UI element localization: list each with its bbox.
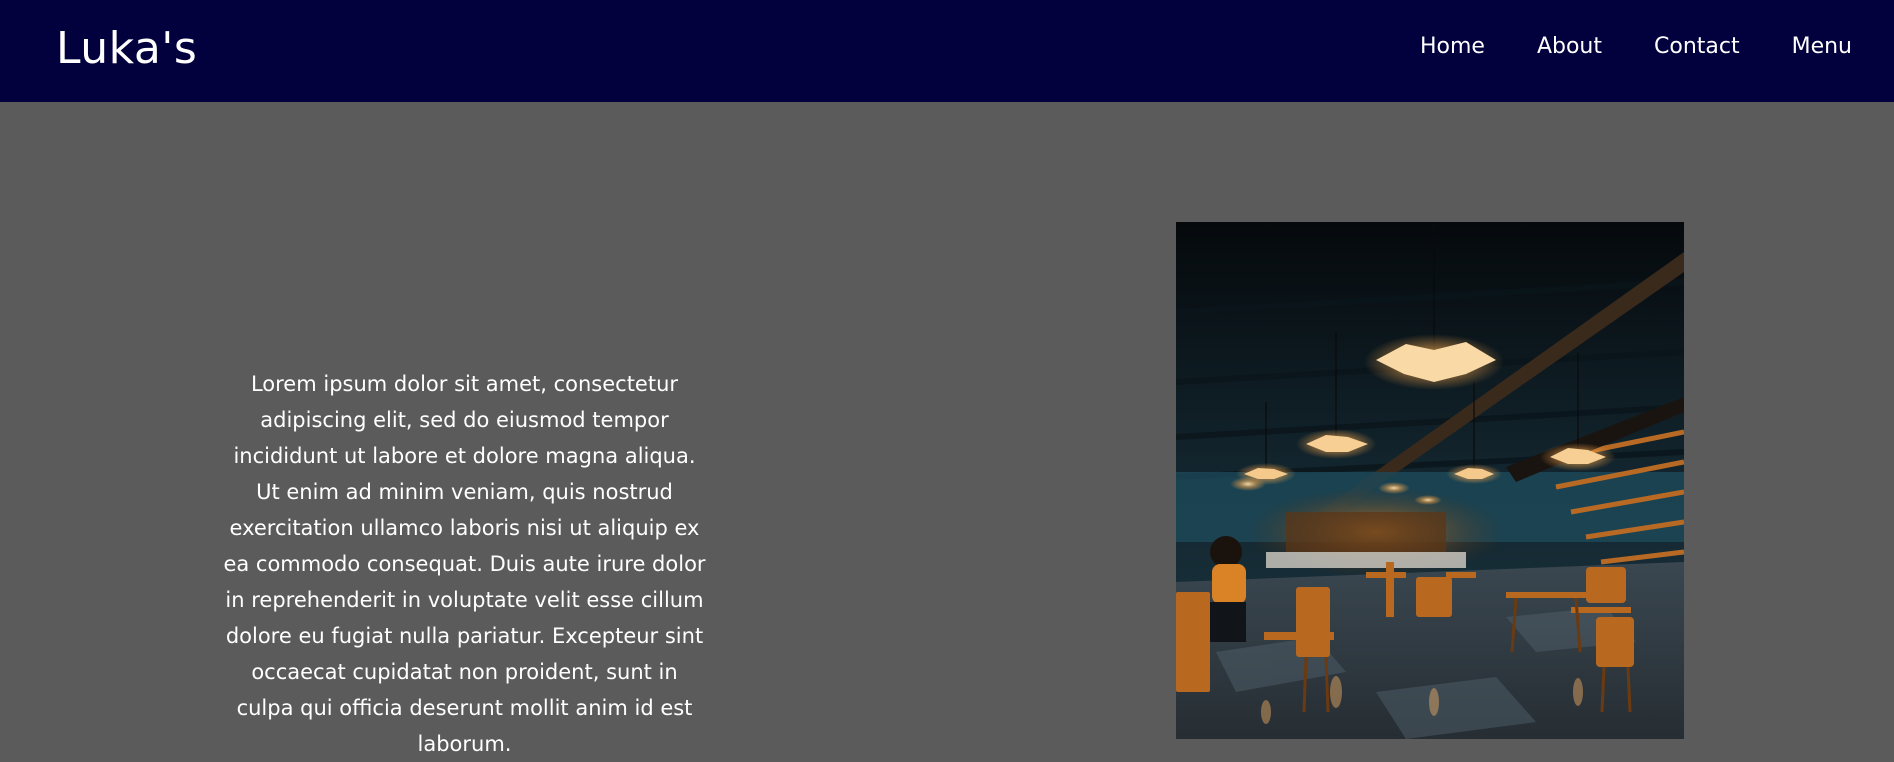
navbar: Luka's Home About Contact Menu: [0, 0, 1894, 102]
brand-logo[interactable]: Luka's: [56, 22, 197, 76]
restaurant-photo: [1176, 222, 1684, 739]
nav-link-contact[interactable]: Contact: [1654, 30, 1740, 64]
intro-paragraph: Lorem ipsum dolor sit amet, consectetur …: [223, 372, 706, 756]
nav-links: Home About Contact Menu: [1420, 30, 1852, 64]
nav-link-menu[interactable]: Menu: [1792, 30, 1852, 64]
restaurant-photo-illustration: [1176, 222, 1684, 739]
nav-link-about[interactable]: About: [1537, 30, 1602, 64]
nav-link-home[interactable]: Home: [1420, 30, 1485, 64]
main-content: Lorem ipsum dolor sit amet, consectetur …: [0, 102, 1894, 756]
